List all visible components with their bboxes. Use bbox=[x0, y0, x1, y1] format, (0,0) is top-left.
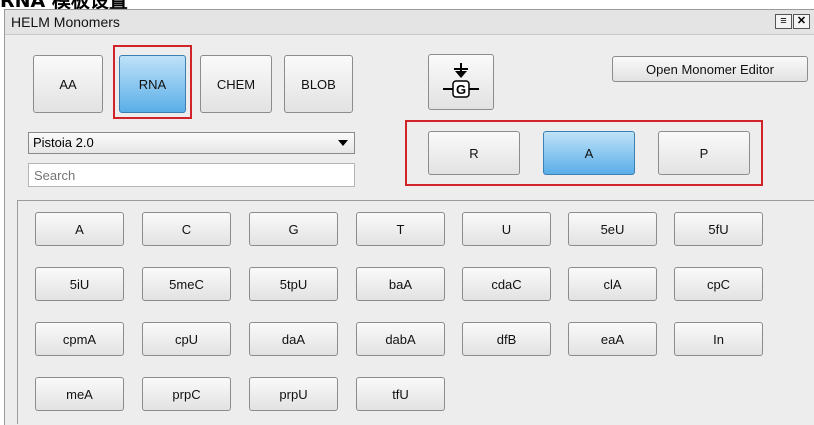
monomer-button[interactable]: G bbox=[249, 212, 338, 246]
monomer-button[interactable]: 5iU bbox=[35, 267, 124, 301]
window-menu-icon[interactable]: ≡ bbox=[775, 14, 792, 29]
tab-blob[interactable]: BLOB bbox=[284, 55, 353, 113]
subtab-r[interactable]: R bbox=[428, 131, 520, 175]
open-monomer-editor-button[interactable]: Open Monomer Editor bbox=[612, 56, 808, 82]
monomer-button[interactable]: 5tpU bbox=[249, 267, 338, 301]
library-select-value: Pistoia 2.0 bbox=[33, 135, 94, 150]
monomer-button[interactable]: cpmA bbox=[35, 322, 124, 356]
insert-monomer-button[interactable]: G bbox=[428, 54, 494, 110]
search-input[interactable] bbox=[28, 163, 355, 187]
window-titlebar: HELM Monomers ≡ ✕ bbox=[5, 10, 814, 35]
monomer-button[interactable]: prpU bbox=[249, 377, 338, 411]
insert-g-label: G bbox=[456, 82, 466, 97]
chevron-down-icon bbox=[338, 140, 348, 146]
tab-chem[interactable]: CHEM bbox=[200, 55, 272, 113]
subtab-p[interactable]: P bbox=[658, 131, 750, 175]
monomer-button[interactable]: cpC bbox=[674, 267, 763, 301]
monomer-button[interactable]: clA bbox=[568, 267, 657, 301]
monomer-button[interactable]: In bbox=[674, 322, 763, 356]
library-select[interactable]: Pistoia 2.0 bbox=[28, 132, 355, 154]
monomer-button[interactable]: dfB bbox=[462, 322, 551, 356]
window-title: HELM Monomers bbox=[11, 14, 120, 30]
monomer-button[interactable]: dabA bbox=[356, 322, 445, 356]
subtab-a[interactable]: A bbox=[543, 131, 635, 175]
monomer-button[interactable]: cdaC bbox=[462, 267, 551, 301]
close-icon[interactable]: ✕ bbox=[793, 14, 810, 29]
monomer-button[interactable]: cpU bbox=[142, 322, 231, 356]
monomer-button[interactable]: prpC bbox=[142, 377, 231, 411]
monomer-button[interactable]: 5meC bbox=[142, 267, 231, 301]
monomer-button[interactable]: 5eU bbox=[568, 212, 657, 246]
tab-aa[interactable]: AA bbox=[33, 55, 103, 113]
monomer-button[interactable]: tfU bbox=[356, 377, 445, 411]
monomer-button[interactable]: meA bbox=[35, 377, 124, 411]
monomer-button[interactable]: eaA bbox=[568, 322, 657, 356]
insert-g-icon: G bbox=[443, 63, 479, 98]
monomer-button[interactable]: U bbox=[462, 212, 551, 246]
monomer-button[interactable]: T bbox=[356, 212, 445, 246]
monomer-button[interactable]: C bbox=[142, 212, 231, 246]
monomer-button[interactable]: A bbox=[35, 212, 124, 246]
tab-rna[interactable]: RNA bbox=[119, 55, 186, 113]
monomer-button[interactable]: daA bbox=[249, 322, 338, 356]
monomer-button[interactable]: 5fU bbox=[674, 212, 763, 246]
monomer-button[interactable]: baA bbox=[356, 267, 445, 301]
